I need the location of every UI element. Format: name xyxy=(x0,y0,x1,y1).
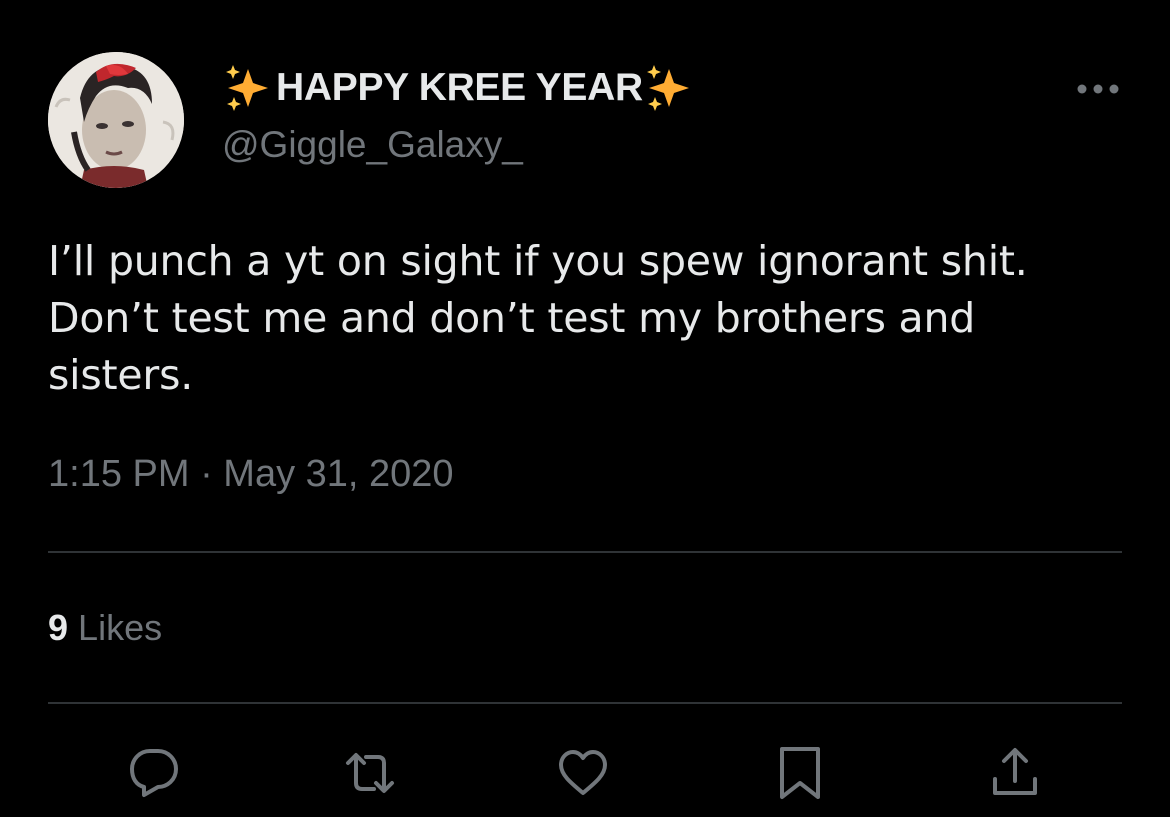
avatar[interactable] xyxy=(48,52,184,188)
divider xyxy=(48,551,1122,553)
sparkles-icon xyxy=(222,63,276,113)
display-name[interactable]: HAPPY KREE YEAR xyxy=(222,62,697,114)
retweet-icon[interactable] xyxy=(340,743,400,803)
tweet-timestamp[interactable]: 1:15 PM · May 31, 2020 xyxy=(48,453,454,496)
bookmark-icon[interactable] xyxy=(770,743,830,803)
divider xyxy=(48,702,1122,704)
user-handle[interactable]: @Giggle_Galaxy_ xyxy=(222,124,523,166)
more-options-icon[interactable] xyxy=(1074,76,1122,102)
likes-count: 9 xyxy=(48,607,69,648)
reply-icon[interactable] xyxy=(124,743,184,803)
tweet-detail: HAPPY KREE YEAR @Giggle_Galaxy_ I’ll pun… xyxy=(0,0,1170,817)
display-name-text: HAPPY KREE YEAR xyxy=(276,66,643,109)
likes-stat[interactable]: 9 Likes xyxy=(48,607,162,649)
like-icon[interactable] xyxy=(553,743,613,803)
sparkles-icon xyxy=(643,63,697,113)
share-icon[interactable] xyxy=(985,743,1045,803)
likes-label: Likes xyxy=(78,607,163,648)
tweet-text: I’ll punch a yt on sight if you spew ign… xyxy=(48,237,1028,399)
